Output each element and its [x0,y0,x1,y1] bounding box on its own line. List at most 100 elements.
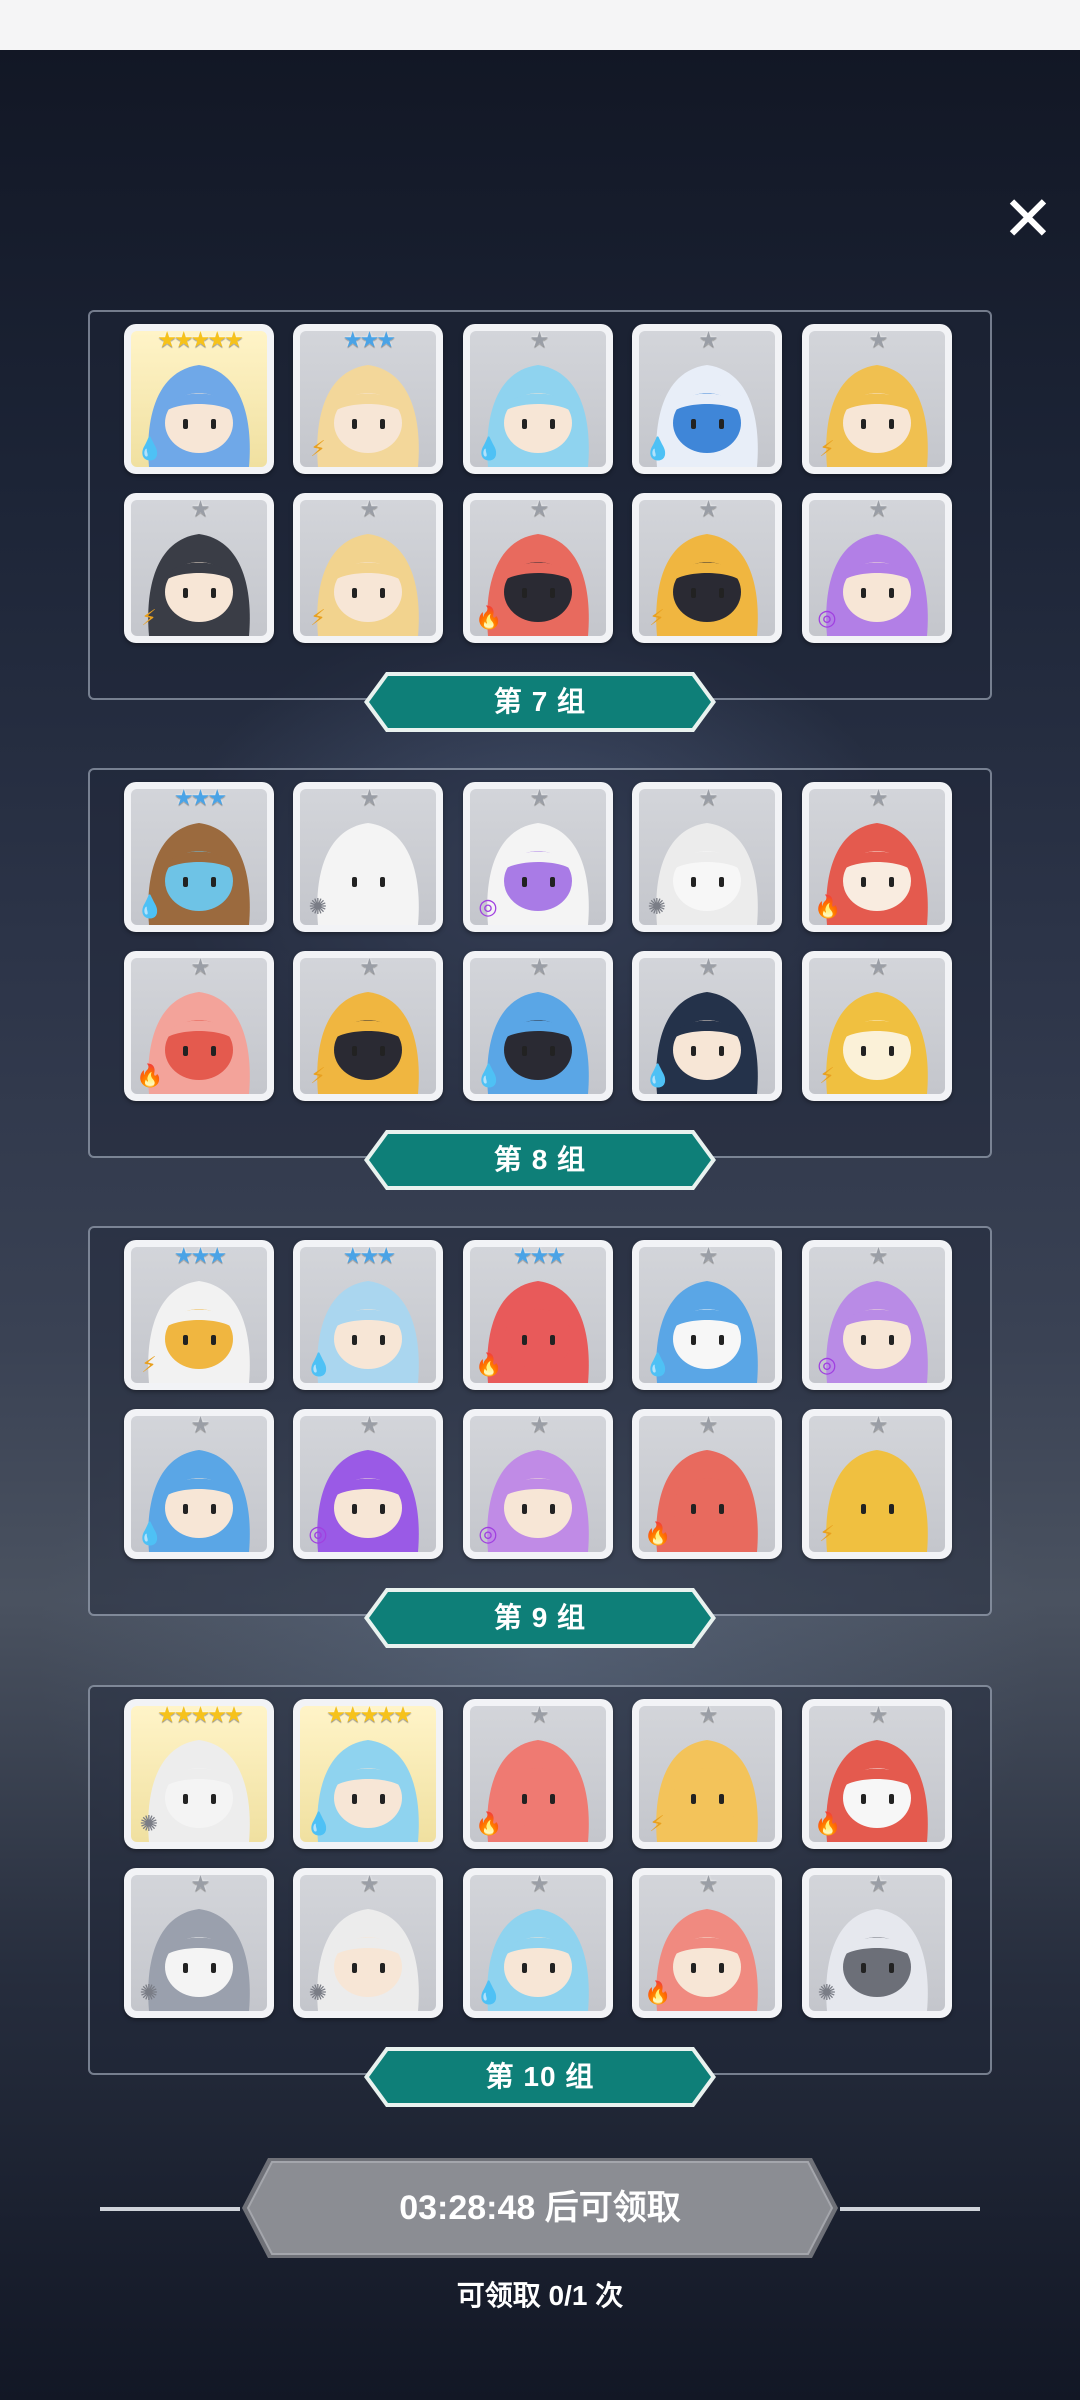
hero-card[interactable]: ★ 🔥 [632,1868,782,2018]
group-banner: 第 9 组 [362,1586,718,1650]
hero-card[interactable]: ★★★ 🔥 [463,1240,613,1390]
group-label: 第 10 组 [485,2061,595,2092]
star-rating: ★ [698,1243,719,1268]
hero-card[interactable]: ★ ◎ [802,1240,952,1390]
dark-element-icon: ◎ [817,605,837,630]
star-rating: ★ [359,1412,380,1437]
star-rating: ★★★ [173,1243,227,1268]
star-rating: ★★★ [342,327,396,352]
hero-card[interactable]: ★ 💧 [463,951,613,1101]
star-rating: ★ [529,1412,550,1437]
group-banner: 第 10 组 [362,2045,718,2109]
hero-card[interactable]: ★★★ 💧 [293,1240,443,1390]
hero-card[interactable]: ★ 💧 [632,951,782,1101]
dark-element-icon: ◎ [478,894,498,919]
group-banner: 第 7 组 [362,670,718,734]
hero-card[interactable]: ★ 💧 [632,324,782,474]
dark-element-icon: ◎ [308,1521,328,1546]
hero-card[interactable]: ★ ✺ [293,1868,443,2018]
thunder-element-icon: ⚡ [310,605,326,630]
star-rating: ★ [359,954,380,979]
fire-element-icon: 🔥 [475,605,503,630]
hero-card[interactable]: ★ ◎ [463,782,613,932]
thunder-element-icon: ⚡ [819,1521,835,1546]
star-rating: ★ [190,1412,211,1437]
hero-card[interactable]: ★ ⚡ [802,1409,952,1559]
star-rating: ★ [698,496,719,521]
claim-divider-left [100,2207,240,2211]
star-rating: ★ [359,496,380,521]
hero-card[interactable]: ★ 💧 [124,1409,274,1559]
hero-card[interactable]: ★★★ 💧 [124,782,274,932]
star-rating: ★ [868,954,889,979]
thunder-element-icon: ⚡ [310,1063,326,1088]
hero-card[interactable]: ★★★ ⚡ [293,324,443,474]
hero-card[interactable]: ★ 🔥 [124,951,274,1101]
star-rating: ★ [698,1871,719,1896]
hero-card[interactable]: ★ 🔥 [802,1699,952,1849]
claim-count-label: 可领取 0/1 次 [456,2280,624,2311]
hero-card[interactable]: ★ ◎ [293,1409,443,1559]
star-rating: ★★★ [512,1243,566,1268]
hero-card[interactable]: ★ 💧 [463,1868,613,2018]
light-element-icon: ✺ [308,894,328,919]
water-element-icon: 💧 [475,1980,503,2005]
dark-element-icon: ◎ [817,1352,837,1377]
hero-card[interactable]: ★ ◎ [463,1409,613,1559]
water-element-icon: 💧 [475,1063,503,1088]
claim-button[interactable]: 03:28:48 后可领取 [240,2156,840,2260]
water-element-icon: 💧 [305,1811,333,1836]
star-rating: ★ [868,785,889,810]
light-element-icon: ✺ [139,1811,159,1836]
star-rating: ★ [868,1243,889,1268]
status-bar [0,0,1080,50]
star-rating: ★ [359,1871,380,1896]
hero-card[interactable]: ★ ✺ [632,782,782,932]
hero-card[interactable]: ★ ⚡ [124,493,274,643]
hero-card[interactable]: ★ ⚡ [293,493,443,643]
hero-card[interactable]: ★ ⚡ [802,951,952,1101]
hero-card[interactable]: ★ ⚡ [293,951,443,1101]
hero-card[interactable]: ★★★★★ 💧 [293,1699,443,1849]
close-icon[interactable]: ✕ [996,188,1060,252]
hero-card[interactable]: ★★★★★ ✺ [124,1699,274,1849]
star-rating: ★ [868,496,889,521]
light-element-icon: ✺ [308,1980,328,2005]
star-rating: ★ [868,327,889,352]
water-element-icon: 💧 [644,1352,672,1377]
star-rating: ★ [529,954,550,979]
hero-card[interactable]: ★★★★★ 💧 [124,324,274,474]
hero-card[interactable]: ★ ⚡ [632,1699,782,1849]
hero-card[interactable]: ★ ⚡ [632,493,782,643]
water-element-icon: 💧 [136,894,164,919]
hero-card[interactable]: ★ ⚡ [802,324,952,474]
star-rating: ★★★ [173,785,227,810]
star-rating: ★ [529,1871,550,1896]
fire-element-icon: 🔥 [136,1063,164,1088]
star-rating: ★ [698,1412,719,1437]
thunder-element-icon: ⚡ [141,1352,157,1377]
hero-card[interactable]: ★ 🔥 [632,1409,782,1559]
hero-card[interactable]: ★ ✺ [293,782,443,932]
fire-element-icon: 🔥 [814,1811,842,1836]
hero-card[interactable]: ★★★ ⚡ [124,1240,274,1390]
star-rating: ★★★★★ [157,327,244,352]
dark-element-icon: ◎ [478,1521,498,1546]
hero-card[interactable]: ★ 💧 [463,324,613,474]
hero-card[interactable]: ★ 🔥 [463,493,613,643]
star-rating: ★ [868,1702,889,1727]
hero-card[interactable]: ★ 🔥 [802,782,952,932]
hero-card[interactable]: ★ 🔥 [463,1699,613,1849]
water-element-icon: 💧 [644,436,672,461]
star-rating: ★★★★★ [157,1702,244,1727]
star-rating: ★ [529,785,550,810]
hero-card[interactable]: ★ ✺ [124,1868,274,2018]
star-rating: ★ [868,1871,889,1896]
hero-card[interactable]: ★ 💧 [632,1240,782,1390]
fire-element-icon: 🔥 [644,1980,672,2005]
hero-card[interactable]: ★ ◎ [802,493,952,643]
light-element-icon: ✺ [647,894,667,919]
star-rating: ★ [529,496,550,521]
hero-card[interactable]: ★ ✺ [802,1868,952,2018]
star-rating: ★ [698,327,719,352]
